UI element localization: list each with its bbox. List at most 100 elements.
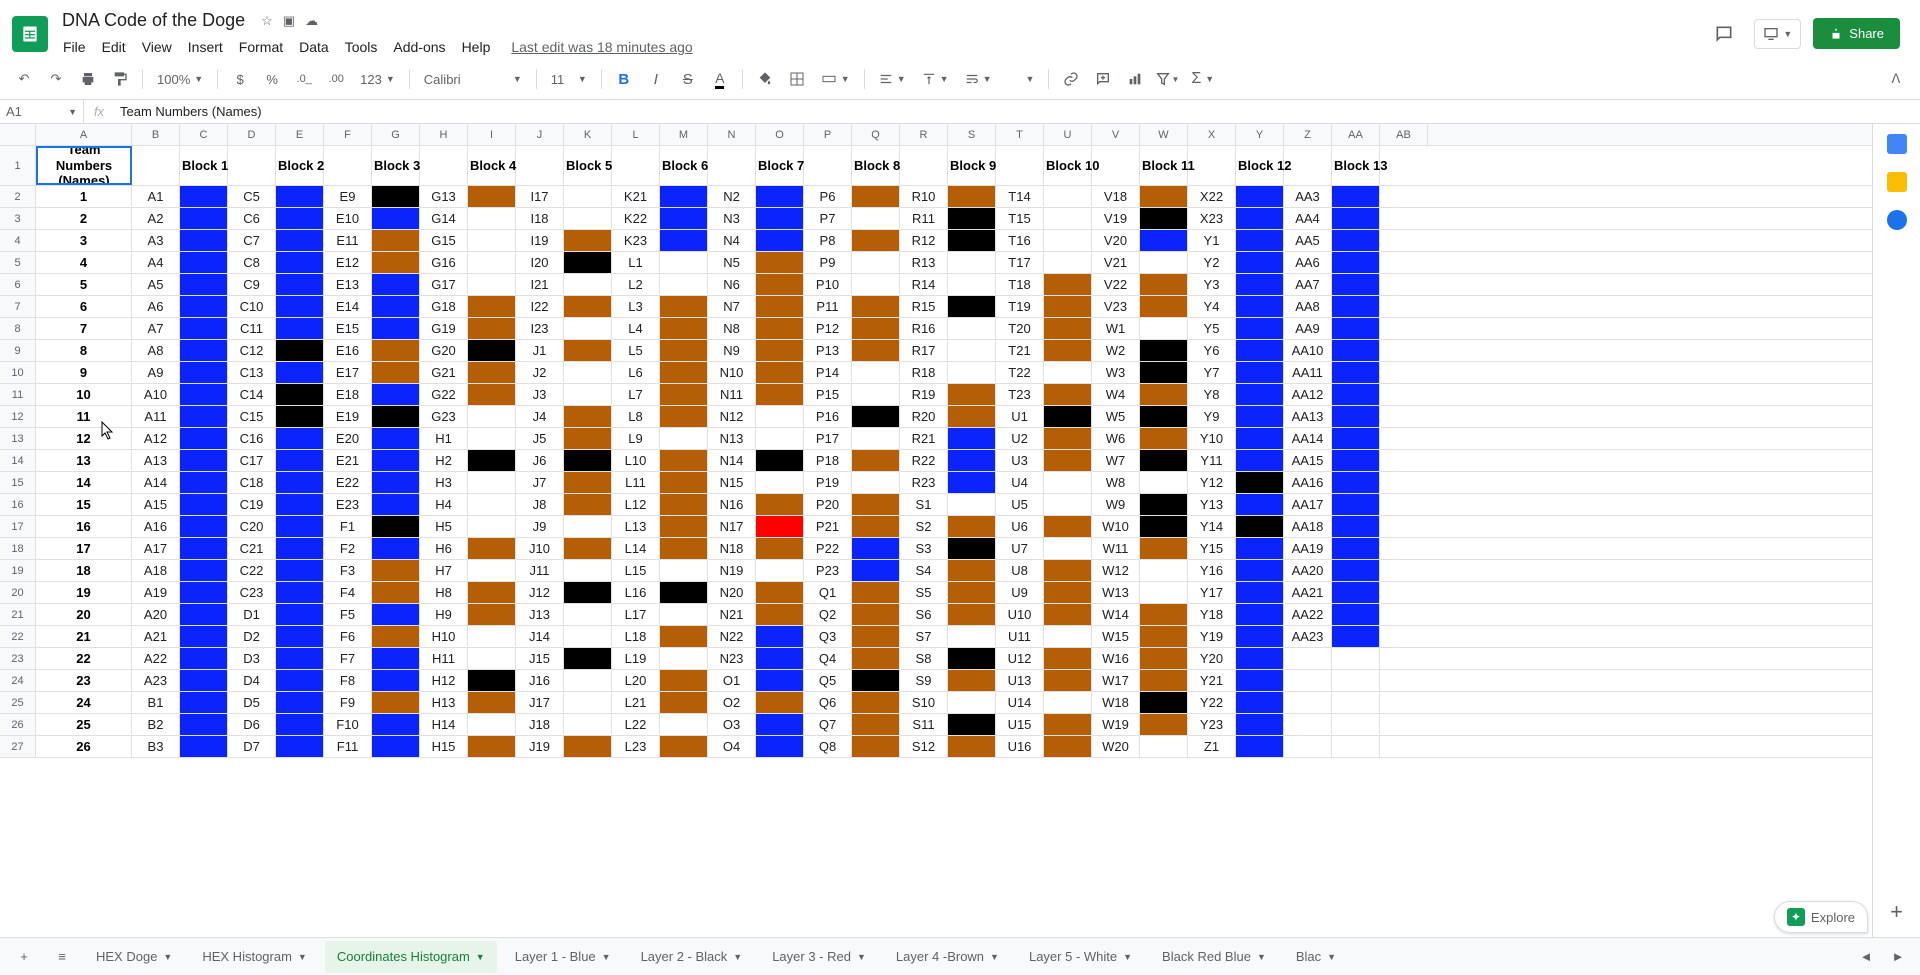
label-cell[interactable]: L16 bbox=[612, 582, 660, 603]
color-cell[interactable] bbox=[1236, 252, 1284, 273]
color-cell[interactable] bbox=[1140, 230, 1188, 251]
label-cell[interactable]: Q4 bbox=[804, 648, 852, 669]
label-cell[interactable]: A1 bbox=[132, 186, 180, 207]
label-cell[interactable]: N7 bbox=[708, 296, 756, 317]
color-cell[interactable] bbox=[276, 582, 324, 603]
color-cell[interactable] bbox=[564, 670, 612, 691]
color-cell[interactable] bbox=[852, 604, 900, 625]
color-cell[interactable] bbox=[468, 516, 516, 537]
color-cell[interactable] bbox=[180, 692, 228, 713]
color-cell[interactable] bbox=[1140, 604, 1188, 625]
label-cell[interactable]: P8 bbox=[804, 230, 852, 251]
zoom-select[interactable]: 100%▼ bbox=[151, 68, 209, 91]
color-cell[interactable] bbox=[372, 318, 420, 339]
color-cell[interactable] bbox=[756, 582, 804, 603]
label-cell[interactable]: V22 bbox=[1092, 274, 1140, 295]
block-header-label[interactable]: Block 10 bbox=[1044, 146, 1092, 185]
col-header[interactable]: X bbox=[1188, 124, 1236, 145]
menu-view[interactable]: View bbox=[135, 35, 179, 59]
col-header[interactable]: F bbox=[324, 124, 372, 145]
label-cell[interactable]: F3 bbox=[324, 560, 372, 581]
label-cell[interactable]: Y5 bbox=[1188, 318, 1236, 339]
color-cell[interactable] bbox=[660, 516, 708, 537]
label-cell[interactable]: B3 bbox=[132, 736, 180, 757]
team-number-cell[interactable]: 15 bbox=[36, 494, 132, 515]
color-cell[interactable] bbox=[948, 428, 996, 449]
label-cell[interactable]: AA3 bbox=[1284, 186, 1332, 207]
row-header[interactable]: 20 bbox=[0, 582, 36, 603]
color-cell[interactable] bbox=[948, 296, 996, 317]
team-number-cell[interactable]: 6 bbox=[36, 296, 132, 317]
color-cell[interactable] bbox=[660, 230, 708, 251]
color-cell[interactable] bbox=[852, 318, 900, 339]
calendar-side-icon[interactable] bbox=[1887, 134, 1907, 154]
block-header[interactable] bbox=[516, 146, 564, 185]
color-cell[interactable] bbox=[948, 538, 996, 559]
color-cell[interactable] bbox=[1332, 296, 1380, 317]
label-cell[interactable]: K21 bbox=[612, 186, 660, 207]
label-cell[interactable]: P14 bbox=[804, 362, 852, 383]
color-cell[interactable] bbox=[756, 340, 804, 361]
label-cell[interactable]: C7 bbox=[228, 230, 276, 251]
label-cell[interactable]: T23 bbox=[996, 384, 1044, 405]
link-icon[interactable] bbox=[1057, 65, 1085, 93]
col-header[interactable]: I bbox=[468, 124, 516, 145]
label-cell[interactable]: Y1 bbox=[1188, 230, 1236, 251]
color-cell[interactable] bbox=[756, 406, 804, 427]
label-cell[interactable]: W13 bbox=[1092, 582, 1140, 603]
color-cell[interactable] bbox=[1044, 494, 1092, 515]
color-cell[interactable] bbox=[468, 472, 516, 493]
color-cell[interactable] bbox=[852, 560, 900, 581]
color-cell[interactable] bbox=[660, 318, 708, 339]
color-cell[interactable] bbox=[276, 626, 324, 647]
team-number-cell[interactable]: 18 bbox=[36, 560, 132, 581]
row-header[interactable]: 14 bbox=[0, 450, 36, 471]
label-cell[interactable]: N22 bbox=[708, 626, 756, 647]
color-cell[interactable] bbox=[1332, 692, 1380, 713]
color-cell[interactable] bbox=[948, 494, 996, 515]
color-cell[interactable] bbox=[276, 560, 324, 581]
paint-format-icon[interactable] bbox=[106, 65, 134, 93]
label-cell[interactable]: Y2 bbox=[1188, 252, 1236, 273]
color-cell[interactable] bbox=[180, 604, 228, 625]
color-cell[interactable] bbox=[852, 274, 900, 295]
label-cell[interactable]: N4 bbox=[708, 230, 756, 251]
color-cell[interactable] bbox=[852, 340, 900, 361]
color-cell[interactable] bbox=[1044, 274, 1092, 295]
color-cell[interactable] bbox=[564, 208, 612, 229]
label-cell[interactable]: J5 bbox=[516, 428, 564, 449]
italic-button[interactable]: I bbox=[642, 65, 670, 93]
label-cell[interactable]: L2 bbox=[612, 274, 660, 295]
label-cell[interactable]: U13 bbox=[996, 670, 1044, 691]
block-header[interactable] bbox=[612, 146, 660, 185]
color-cell[interactable] bbox=[1332, 252, 1380, 273]
color-cell[interactable] bbox=[852, 538, 900, 559]
block-header-label[interactable]: Block 8 bbox=[852, 146, 900, 185]
color-cell[interactable] bbox=[564, 582, 612, 603]
label-cell[interactable]: J3 bbox=[516, 384, 564, 405]
label-cell[interactable]: A3 bbox=[132, 230, 180, 251]
color-cell[interactable] bbox=[564, 472, 612, 493]
sheet-tab[interactable]: Layer 2 - Black▼ bbox=[629, 941, 755, 973]
label-cell[interactable]: L4 bbox=[612, 318, 660, 339]
label-cell[interactable]: N15 bbox=[708, 472, 756, 493]
label-cell[interactable]: AA11 bbox=[1284, 362, 1332, 383]
color-cell[interactable] bbox=[372, 362, 420, 383]
color-cell[interactable] bbox=[756, 230, 804, 251]
label-cell[interactable]: F8 bbox=[324, 670, 372, 691]
label-cell[interactable]: E14 bbox=[324, 296, 372, 317]
color-cell[interactable] bbox=[1044, 208, 1092, 229]
label-cell[interactable]: L13 bbox=[612, 516, 660, 537]
color-cell[interactable] bbox=[660, 406, 708, 427]
label-cell[interactable]: AA9 bbox=[1284, 318, 1332, 339]
color-cell[interactable] bbox=[660, 208, 708, 229]
color-cell[interactable] bbox=[660, 670, 708, 691]
label-cell[interactable]: F11 bbox=[324, 736, 372, 757]
color-cell[interactable] bbox=[1236, 208, 1284, 229]
color-cell[interactable] bbox=[468, 296, 516, 317]
label-cell[interactable]: D4 bbox=[228, 670, 276, 691]
label-cell[interactable]: L19 bbox=[612, 648, 660, 669]
label-cell[interactable]: Q8 bbox=[804, 736, 852, 757]
label-cell[interactable]: P17 bbox=[804, 428, 852, 449]
color-cell[interactable] bbox=[276, 274, 324, 295]
